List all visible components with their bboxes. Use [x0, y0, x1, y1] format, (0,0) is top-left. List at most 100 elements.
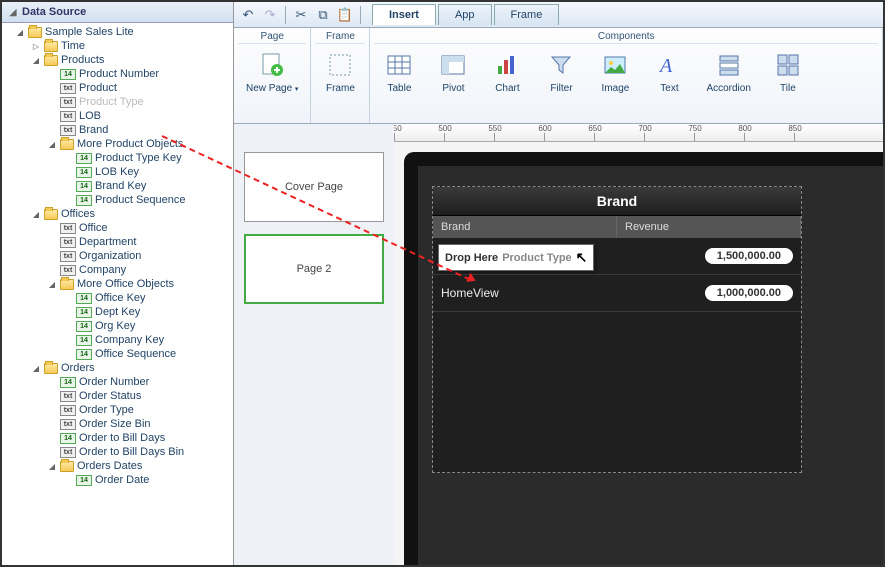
filter-button[interactable]: Filter — [536, 47, 586, 98]
expand-icon[interactable]: ◢ — [15, 28, 25, 37]
tree-label: Order Number — [79, 376, 149, 388]
tree-field[interactable]: txtOrder Size Bin — [2, 417, 233, 431]
expand-icon[interactable]: ◢ — [47, 462, 57, 471]
tree-label: Product Sequence — [95, 194, 186, 206]
tree-field[interactable]: txtProduct Type — [2, 95, 233, 109]
tree-field[interactable]: txtBrand — [2, 123, 233, 137]
ruler: 450500550600650700750800850 — [394, 124, 883, 142]
tree-label: Product Type Key — [95, 152, 182, 164]
copy-button[interactable]: ⧉ — [313, 5, 333, 25]
pivot-button[interactable]: Pivot — [428, 47, 478, 98]
tree-label: Order Status — [79, 390, 141, 402]
tree-field[interactable]: txtProduct — [2, 81, 233, 95]
tree-folder[interactable]: ▷Time — [2, 39, 233, 53]
number-field-icon: 14 — [76, 475, 92, 486]
tile-button[interactable]: Tile — [763, 47, 813, 98]
tree-label: Offices — [61, 208, 95, 220]
tree-folder[interactable]: ◢Sample Sales Lite — [2, 25, 233, 39]
collapse-icon[interactable]: ◢ — [8, 7, 18, 18]
ribbon-tabs: Insert App Frame — [372, 4, 561, 25]
tree-folder[interactable]: ◢Products — [2, 53, 233, 67]
brand-widget[interactable]: Brand Brand Revenue 1,500,000.00 HomeVie… — [432, 186, 802, 473]
tree-field[interactable]: 14Office Key — [2, 291, 233, 305]
expand-icon[interactable]: ◢ — [47, 140, 57, 149]
frame-button[interactable]: Frame — [315, 47, 365, 98]
text-button[interactable]: A Text — [644, 47, 694, 98]
number-field-icon: 14 — [76, 153, 92, 164]
data-source-header[interactable]: ◢ Data Source — [2, 2, 233, 23]
pivot-icon — [439, 51, 467, 79]
number-field-icon: 14 — [76, 293, 92, 304]
tree-field[interactable]: 14Product Number — [2, 67, 233, 81]
undo-button[interactable]: ↶ — [238, 5, 258, 25]
design-canvas[interactable]: Brand Brand Revenue 1,500,000.00 HomeVie… — [394, 142, 883, 565]
drop-target[interactable]: Drop Here Product Type ↖ — [438, 244, 594, 271]
table-button[interactable]: Table — [374, 47, 424, 98]
expand-icon[interactable]: ◢ — [31, 364, 41, 373]
tree-field[interactable]: 14Office Sequence — [2, 347, 233, 361]
thumb-cover-page[interactable]: Cover Page — [244, 152, 384, 222]
expand-icon[interactable]: ◢ — [31, 210, 41, 219]
col-header-brand[interactable]: Brand — [433, 216, 617, 238]
redo-button[interactable]: ↷ — [260, 5, 280, 25]
tree-label: Order Type — [79, 404, 134, 416]
expand-icon[interactable]: ◢ — [31, 56, 41, 65]
tree-label: Order to Bill Days Bin — [79, 446, 184, 458]
tree-label: Order to Bill Days — [79, 432, 165, 444]
tree-field[interactable]: 14Product Sequence — [2, 193, 233, 207]
tree-field[interactable]: txtCompany — [2, 263, 233, 277]
tab-insert[interactable]: Insert — [372, 4, 436, 25]
tree-label: Office Key — [95, 292, 146, 304]
number-field-icon: 14 — [76, 195, 92, 206]
tree-folder[interactable]: ◢More Office Objects — [2, 277, 233, 291]
tree-field[interactable]: 14Company Key — [2, 333, 233, 347]
tree-field[interactable]: txtOrganization — [2, 249, 233, 263]
tree-label: Organization — [79, 250, 141, 262]
tree-field[interactable]: 14LOB Key — [2, 165, 233, 179]
text-field-icon: txt — [60, 125, 76, 136]
paste-button[interactable]: 📋 — [335, 5, 355, 25]
cut-button[interactable]: ✂ — [291, 5, 311, 25]
tree-folder[interactable]: ◢ Orders Dates — [2, 459, 233, 473]
col-header-revenue[interactable]: Revenue — [617, 216, 801, 238]
tree-field[interactable]: txtOffice — [2, 221, 233, 235]
tree-field[interactable]: txtOrder Status — [2, 389, 233, 403]
tree-field[interactable]: txtDepartment — [2, 235, 233, 249]
folder-icon — [60, 461, 74, 472]
chart-button[interactable]: Chart — [482, 47, 532, 98]
thumb-page-2[interactable]: Page 2 — [244, 234, 384, 304]
expand-icon[interactable]: ◢ — [47, 280, 57, 289]
ruler-tick: 450 — [394, 133, 444, 141]
tree-field[interactable]: txtOrder to Bill Days Bin — [2, 445, 233, 459]
expand-icon[interactable]: ▷ — [31, 42, 41, 51]
ruler-tick: 850 — [794, 133, 844, 141]
folder-icon — [60, 279, 74, 290]
number-field-icon: 14 — [76, 181, 92, 192]
text-field-icon: txt — [60, 265, 76, 276]
tree-folder[interactable]: ◢Orders — [2, 361, 233, 375]
tree-folder[interactable]: ◢ Offices — [2, 207, 233, 221]
tab-app[interactable]: App — [438, 4, 492, 25]
tree-label: Office Sequence — [95, 348, 176, 360]
dropdown-icon: ▾ — [295, 86, 299, 93]
device-frame: Brand Brand Revenue 1,500,000.00 HomeVie… — [404, 152, 883, 565]
tree-label: Orders Dates — [77, 460, 142, 472]
tree-field[interactable]: 14Order to Bill Days — [2, 431, 233, 445]
tree-field[interactable]: 14Order Date — [2, 473, 233, 487]
image-button[interactable]: Image — [590, 47, 640, 98]
table-row[interactable]: HomeView 1,000,000.00 — [433, 275, 801, 312]
tab-frame[interactable]: Frame — [494, 4, 560, 25]
tree-field[interactable]: 14Brand Key — [2, 179, 233, 193]
field-tree[interactable]: ◢Sample Sales Lite▷Time◢Products14Produc… — [2, 23, 233, 565]
tree-field[interactable]: 14Org Key — [2, 319, 233, 333]
tree-label: Brand — [79, 124, 108, 136]
tree-field[interactable]: 14Dept Key — [2, 305, 233, 319]
new-page-icon — [258, 51, 286, 79]
tree-field[interactable]: 14Order Number — [2, 375, 233, 389]
folder-icon — [60, 139, 74, 150]
accordion-button[interactable]: Accordion — [698, 47, 758, 98]
new-page-button[interactable]: New Page ▾ — [238, 47, 306, 98]
tree-field[interactable]: txtLOB — [2, 109, 233, 123]
tree-folder[interactable]: ◢More Product Objects — [2, 137, 233, 151]
tree-field[interactable]: txtOrder Type — [2, 403, 233, 417]
